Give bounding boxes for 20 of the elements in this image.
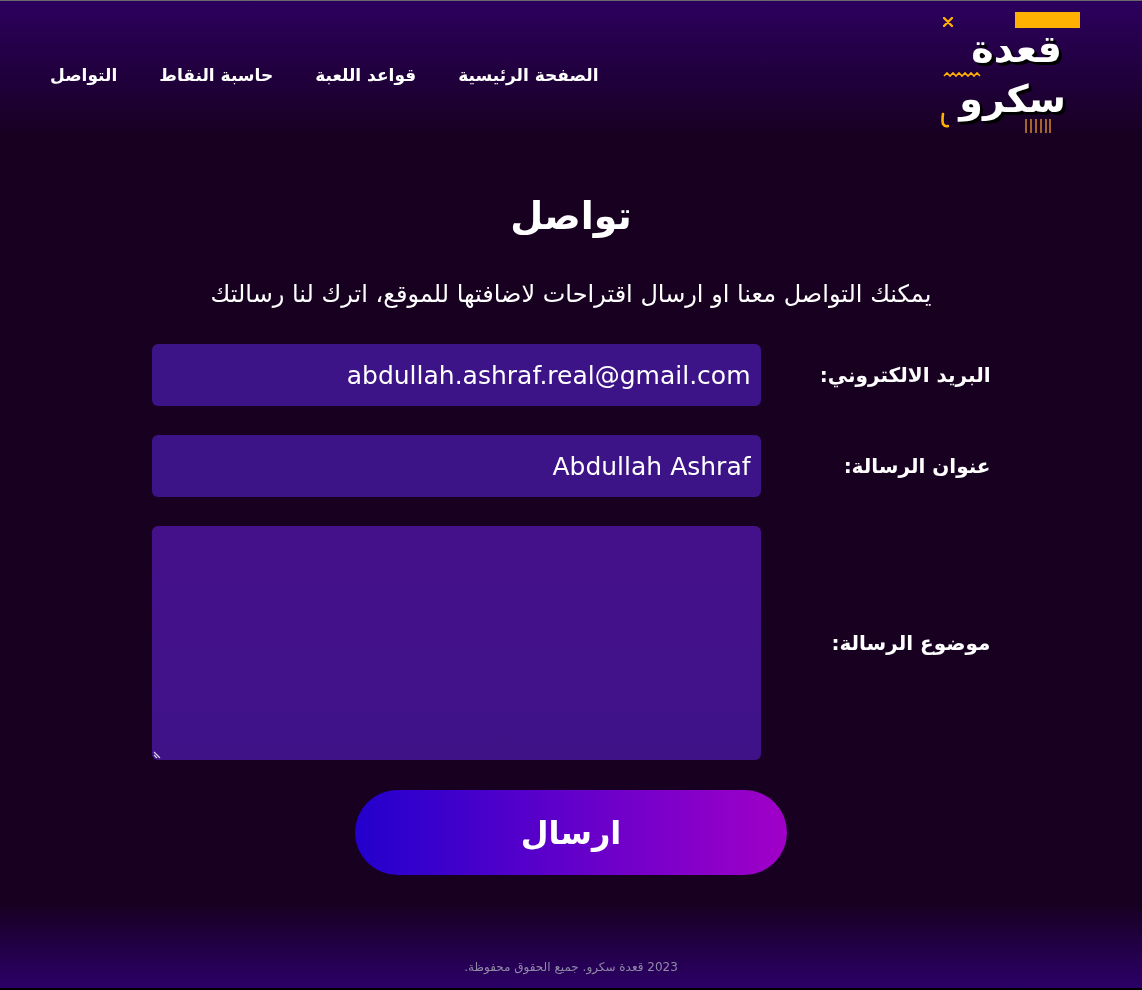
intro-text: يمكنك التواصل معنا او ارسال اقتراحات لاضافتها للموقع، اترك لنا رسالتك xyxy=(210,279,932,310)
page-title: تواصل xyxy=(510,193,632,240)
resize-grip-icon xyxy=(152,751,161,759)
message-field[interactable] xyxy=(151,526,761,760)
copyright-text: 2023 قعدة سكرو. جميع الحقوق محفوظة. xyxy=(464,960,678,974)
logo-text: قعدة xyxy=(971,28,1062,69)
nav-link[interactable]: حاسبة النقاط xyxy=(159,64,274,85)
nav-link[interactable]: الصفحة الرئيسية xyxy=(458,64,599,85)
curve-icon xyxy=(941,111,949,128)
logo-bar-drawing xyxy=(1015,11,1080,28)
text-field[interactable]: Abdullah Ashraf xyxy=(151,435,761,497)
send-button[interactable]: ارسال xyxy=(355,790,787,875)
field-label: موضوع الرسالة: xyxy=(830,631,991,655)
text-field[interactable]: abdullah.ashraf.real@gmail.com xyxy=(151,344,761,406)
zigzag-icon xyxy=(943,70,981,78)
nav-link[interactable]: التواصل xyxy=(50,64,118,85)
field-label: عنوان الرسالة: xyxy=(842,454,991,478)
cross-icon xyxy=(943,16,953,27)
nav-link[interactable]: قواعد اللعبة xyxy=(315,64,417,85)
field-label: البريد الالكتروني: xyxy=(818,363,991,387)
